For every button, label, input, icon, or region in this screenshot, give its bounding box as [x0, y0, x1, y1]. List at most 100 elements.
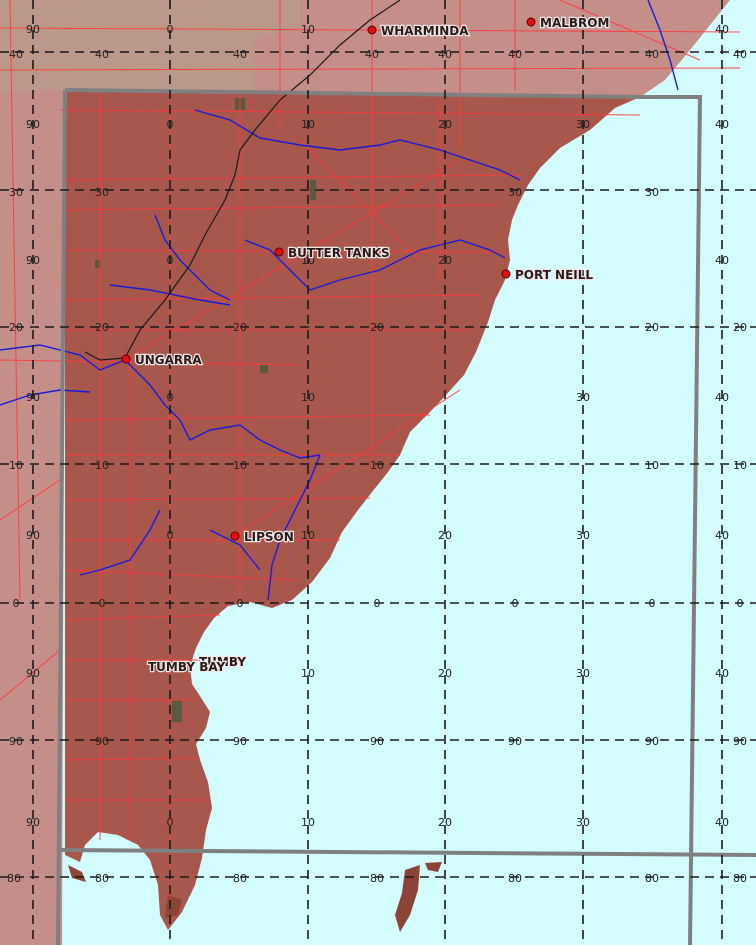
grid-label: 40	[715, 391, 729, 404]
town-ungarra[interactable]: UNGARRA	[121, 352, 204, 368]
town-dot-icon	[526, 17, 536, 27]
town-label: LIPSON	[244, 530, 294, 544]
grid-label: 10	[301, 816, 315, 829]
grid-label: 40	[438, 48, 452, 61]
grid-label: 90	[733, 735, 747, 748]
grid-label: 10	[95, 459, 109, 472]
grid-label: 10	[301, 391, 315, 404]
grid-label: 90	[95, 735, 109, 748]
town-dot-icon	[274, 247, 284, 257]
grid-label: 40	[715, 254, 729, 267]
outer-land-greenish	[0, 0, 300, 92]
town-label: WHARMINDA	[381, 24, 469, 38]
grid-label: 80	[370, 872, 384, 885]
grid-label: 20	[233, 321, 247, 334]
grid-label: 30	[508, 186, 522, 199]
grid-label: 10	[301, 118, 315, 131]
town-dot-icon	[501, 269, 511, 279]
grid-label: 40	[233, 48, 247, 61]
grid-label: 80	[7, 872, 21, 885]
grid-label: 20	[438, 667, 452, 680]
grid-label: 90	[26, 529, 40, 542]
grid-label: 0	[649, 597, 656, 610]
grid-label: 40	[95, 48, 109, 61]
grid-label: 90	[26, 254, 40, 267]
grid-label: 90	[26, 118, 40, 131]
grid-label: 30	[9, 186, 23, 199]
town-tumby-bay[interactable]: TUMBY BAY	[147, 659, 227, 676]
grid-label: 0	[167, 118, 174, 131]
grid-label: 10	[9, 459, 23, 472]
grid-label: 40	[9, 48, 23, 61]
grid-label: 10	[645, 459, 659, 472]
grid-label: 40	[645, 48, 659, 61]
grid-label: 20	[438, 118, 452, 131]
grid-label: 40	[715, 529, 729, 542]
topographic-map[interactable]: 90 0 10 40 40 40 40 40 40 40 40 40 90 0 …	[0, 0, 756, 945]
grid-label: 10	[233, 459, 247, 472]
grid-label: 40	[733, 48, 747, 61]
grid-label: 90	[26, 391, 40, 404]
grid-label: 90	[26, 23, 40, 36]
grid-label: 20	[438, 816, 452, 829]
grid-label: 30	[576, 391, 590, 404]
grid-label: 30	[576, 667, 590, 680]
grid-label: 20	[95, 321, 109, 334]
grid-label: 80	[233, 872, 247, 885]
grid-label: 20	[733, 321, 747, 334]
grid-label: 40	[508, 48, 522, 61]
grid-label: 40	[715, 816, 729, 829]
grid-label: 10	[370, 459, 384, 472]
town-label: MALBROM	[540, 16, 609, 30]
grid-label: 0	[167, 816, 174, 829]
town-port-neill[interactable]: PORT NEILL	[501, 267, 595, 283]
town-dot-icon	[230, 531, 240, 541]
town-wharminda[interactable]: WHARMINDA	[367, 23, 470, 39]
town-label: TUMBY BAY	[148, 660, 226, 674]
grid-label: 0	[167, 23, 174, 36]
grid-label: 20	[645, 321, 659, 334]
town-label: PORT NEILL	[515, 268, 593, 282]
grid-label: 0	[737, 597, 744, 610]
grid-label: 90	[645, 735, 659, 748]
town-dot-icon	[121, 354, 131, 364]
grid-label: 20	[370, 321, 384, 334]
grid-label: 90	[233, 735, 247, 748]
grid-label: 20	[438, 254, 452, 267]
grid-label: 0	[99, 597, 106, 610]
grid-label: 10	[733, 459, 747, 472]
grid-label: 90	[26, 667, 40, 680]
grid-label: 30	[576, 529, 590, 542]
grid-label: 0	[374, 597, 381, 610]
town-malbrom[interactable]: MALBROM	[526, 15, 611, 31]
grid-label: 0	[167, 254, 174, 267]
grid-label: 20	[9, 321, 23, 334]
grid-label: 80	[508, 872, 522, 885]
grid-label: 0	[237, 597, 244, 610]
grid-label: 80	[95, 872, 109, 885]
grid-label: 30	[645, 186, 659, 199]
grid-label: 90	[370, 735, 384, 748]
grid-label: 40	[365, 48, 379, 61]
grid-label: 40	[715, 667, 729, 680]
grid-label: 0	[13, 597, 20, 610]
grid-label: 10	[301, 667, 315, 680]
grid-label: 90	[508, 735, 522, 748]
grid-label: 30	[95, 186, 109, 199]
grid-label: 40	[715, 23, 729, 36]
town-label: UNGARRA	[135, 353, 202, 367]
grid-label: 80	[733, 872, 747, 885]
grid-label: 90	[26, 816, 40, 829]
grid-label: 80	[645, 872, 659, 885]
grid-label: 30	[576, 816, 590, 829]
grid-label: 0	[167, 391, 174, 404]
grid-label: 0	[512, 597, 519, 610]
town-label: BUTTER TANKS	[288, 246, 390, 260]
town-butter-tanks[interactable]: BUTTER TANKS	[274, 245, 391, 261]
grid-label: 20	[438, 529, 452, 542]
grid-label: 10	[301, 23, 315, 36]
grid-label: 30	[576, 118, 590, 131]
grid-label: 10	[301, 529, 315, 542]
grid-label: 0	[167, 529, 174, 542]
grid-label: 40	[715, 118, 729, 131]
